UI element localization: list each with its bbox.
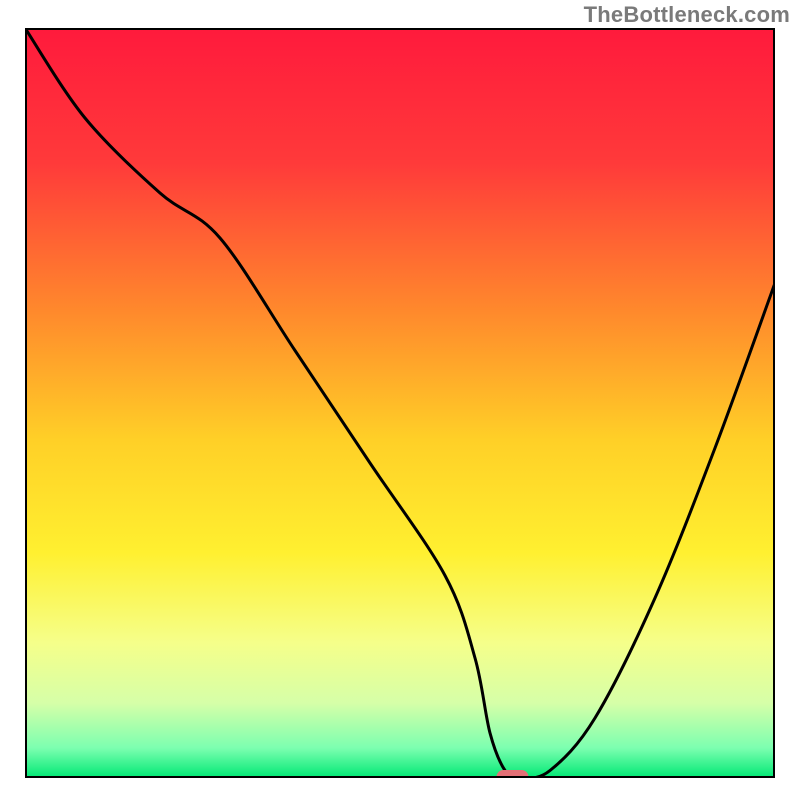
bottleneck-chart (25, 28, 775, 778)
watermark-text: TheBottleneck.com (584, 2, 790, 28)
gradient-background (25, 28, 775, 778)
